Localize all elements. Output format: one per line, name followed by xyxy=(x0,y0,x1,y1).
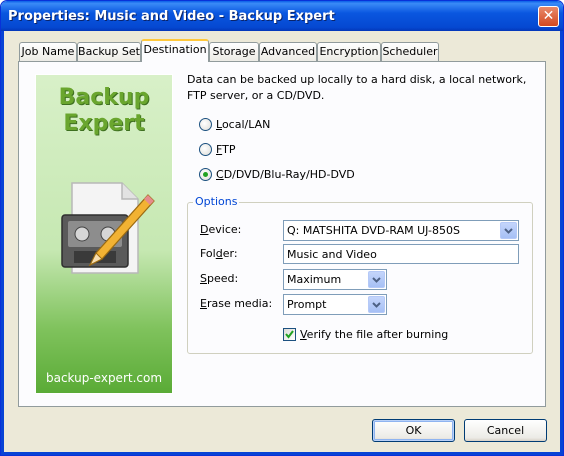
chevron-down-icon[interactable] xyxy=(368,271,385,288)
window-border-bottom xyxy=(1,452,563,455)
banner-url: backup-expert.com xyxy=(45,371,163,385)
close-button[interactable]: ✕ xyxy=(538,6,559,27)
ok-button[interactable]: OK xyxy=(372,419,455,442)
verify-checkbox[interactable] xyxy=(283,327,296,341)
window-border-left xyxy=(1,31,4,455)
erase-media-value: Prompt xyxy=(287,298,327,311)
chevron-down-icon[interactable] xyxy=(368,296,385,313)
folder-label: Folder: xyxy=(200,247,238,260)
erase-media-label: Erase media: xyxy=(200,297,273,310)
speed-value: Maximum xyxy=(287,273,342,286)
radio-local-lan[interactable]: Local/LAN xyxy=(199,116,270,132)
erase-media-dropdown[interactable]: Prompt xyxy=(283,294,387,315)
verify-checkbox-row[interactable]: Verify the file after burning xyxy=(283,326,448,342)
tab-scheduler[interactable]: Scheduler xyxy=(381,42,439,61)
speed-dropdown[interactable]: Maximum xyxy=(283,269,387,290)
tab-backup-set[interactable]: Backup Set xyxy=(77,42,141,61)
radio-local-lan-label: Local/LAN xyxy=(216,117,271,131)
cancel-button[interactable]: Cancel xyxy=(464,419,547,442)
destination-description: Data can be backed up locally to a hard … xyxy=(187,73,527,102)
backup-expert-banner: Backup Expert backup-expert.com xyxy=(35,74,173,394)
banner-logo-text: Backup Expert xyxy=(58,85,150,136)
tab-storage[interactable]: Storage xyxy=(209,42,259,61)
device-value: Q: MATSHITA DVD-RAM UJ-850S xyxy=(287,224,460,237)
device-label: Device: xyxy=(200,223,242,236)
tab-advanced[interactable]: Advanced xyxy=(259,42,317,61)
destination-panel: Backup Expert backup-expert.com Data can… xyxy=(18,61,546,407)
window-border-right xyxy=(560,31,563,455)
device-dropdown[interactable]: Q: MATSHITA DVD-RAM UJ-850S xyxy=(283,220,519,241)
radio-ftp-button[interactable] xyxy=(199,142,212,156)
radio-ftp[interactable]: FTP xyxy=(199,141,236,157)
speed-label: Speed: xyxy=(200,272,239,285)
chevron-down-icon[interactable] xyxy=(500,222,517,239)
checkmark-icon xyxy=(285,329,294,339)
window-title: Properties: Music and Video - Backup Exp… xyxy=(8,9,335,24)
options-legend: Options xyxy=(193,195,240,208)
radio-cd-dvd[interactable]: CD/DVD/Blu-Ray/HD-DVD xyxy=(199,166,355,182)
verify-label: Verify the file after burning xyxy=(300,327,449,341)
title-bar[interactable]: Properties: Music and Video - Backup Exp… xyxy=(1,1,563,31)
tab-job-name[interactable]: Job Name xyxy=(19,42,77,61)
radio-local-lan-button[interactable] xyxy=(199,117,212,131)
radio-cd-dvd-label: CD/DVD/Blu-Ray/HD-DVD xyxy=(216,167,355,181)
folder-field[interactable] xyxy=(283,244,519,264)
radio-ftp-label: FTP xyxy=(216,142,236,156)
tab-destination[interactable]: Destination xyxy=(141,39,209,62)
radio-cd-dvd-button[interactable] xyxy=(199,167,212,181)
properties-dialog: Properties: Music and Video - Backup Exp… xyxy=(0,0,564,456)
tab-encryption[interactable]: Encryption xyxy=(317,42,381,61)
tape-drive-with-pencil-icon xyxy=(61,182,155,274)
close-icon: ✕ xyxy=(542,8,555,24)
folder-input[interactable] xyxy=(284,245,518,263)
